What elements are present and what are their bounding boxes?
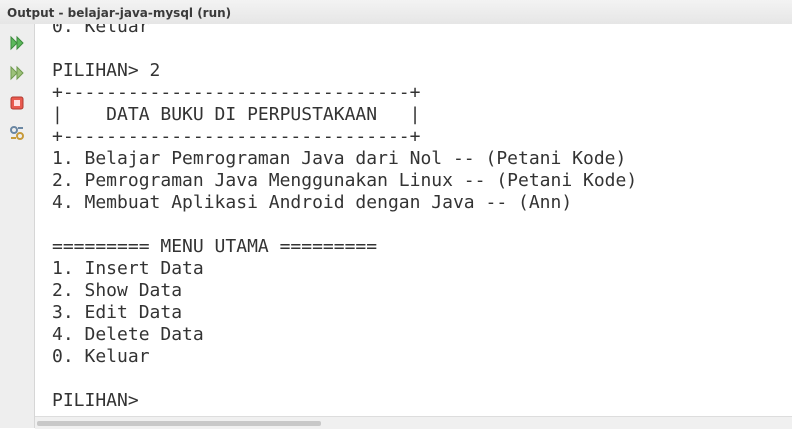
- console-text: 0. Keluar PILIHAN> 2 +------------------…: [52, 24, 637, 412]
- console-line: 2. Show Data: [52, 280, 183, 301]
- console-line: +--------------------------------+: [52, 126, 421, 147]
- console-line: 4. Delete Data: [52, 324, 204, 345]
- rerun-button[interactable]: [6, 32, 28, 54]
- stop-icon: [9, 95, 25, 111]
- rerun-with-params-button[interactable]: [6, 62, 28, 84]
- output-tab-title: Output - belajar-java-mysql (run): [7, 6, 232, 20]
- console-line: PILIHAN>: [52, 390, 139, 411]
- console-line: 1. Insert Data: [52, 258, 204, 279]
- scrollbar-thumb[interactable]: [37, 421, 321, 426]
- output-tab[interactable]: Output - belajar-java-mysql (run): [0, 0, 792, 25]
- console-line: 0. Keluar: [52, 346, 150, 367]
- output-window: Output - belajar-java-mysql (run) 0. Kel…: [0, 0, 792, 429]
- stop-button[interactable]: [6, 92, 28, 114]
- horizontal-scrollbar[interactable]: [35, 416, 792, 429]
- console-output[interactable]: 0. Keluar PILIHAN> 2 +------------------…: [35, 24, 792, 416]
- rerun-with-params-icon: [9, 65, 25, 81]
- console-line: 0. Keluar: [52, 24, 150, 37]
- console-line: PILIHAN> 2: [52, 60, 161, 81]
- console-line: +--------------------------------+: [52, 82, 421, 103]
- rerun-icon: [9, 35, 25, 51]
- output-toolbar: [0, 24, 35, 428]
- console-line: 3. Edit Data: [52, 302, 183, 323]
- console-line: ========= MENU UTAMA =========: [52, 236, 378, 257]
- console-line: 1. Belajar Pemrograman Java dari Nol -- …: [52, 148, 627, 169]
- settings-icon: [9, 125, 25, 141]
- console-line: | DATA BUKU DI PERPUSTAKAAN |: [52, 104, 421, 125]
- settings-button[interactable]: [6, 122, 28, 144]
- console-line: 4. Membuat Aplikasi Android dengan Java …: [52, 192, 573, 213]
- console-line: 2. Pemrograman Java Menggunakan Linux --…: [52, 170, 638, 191]
